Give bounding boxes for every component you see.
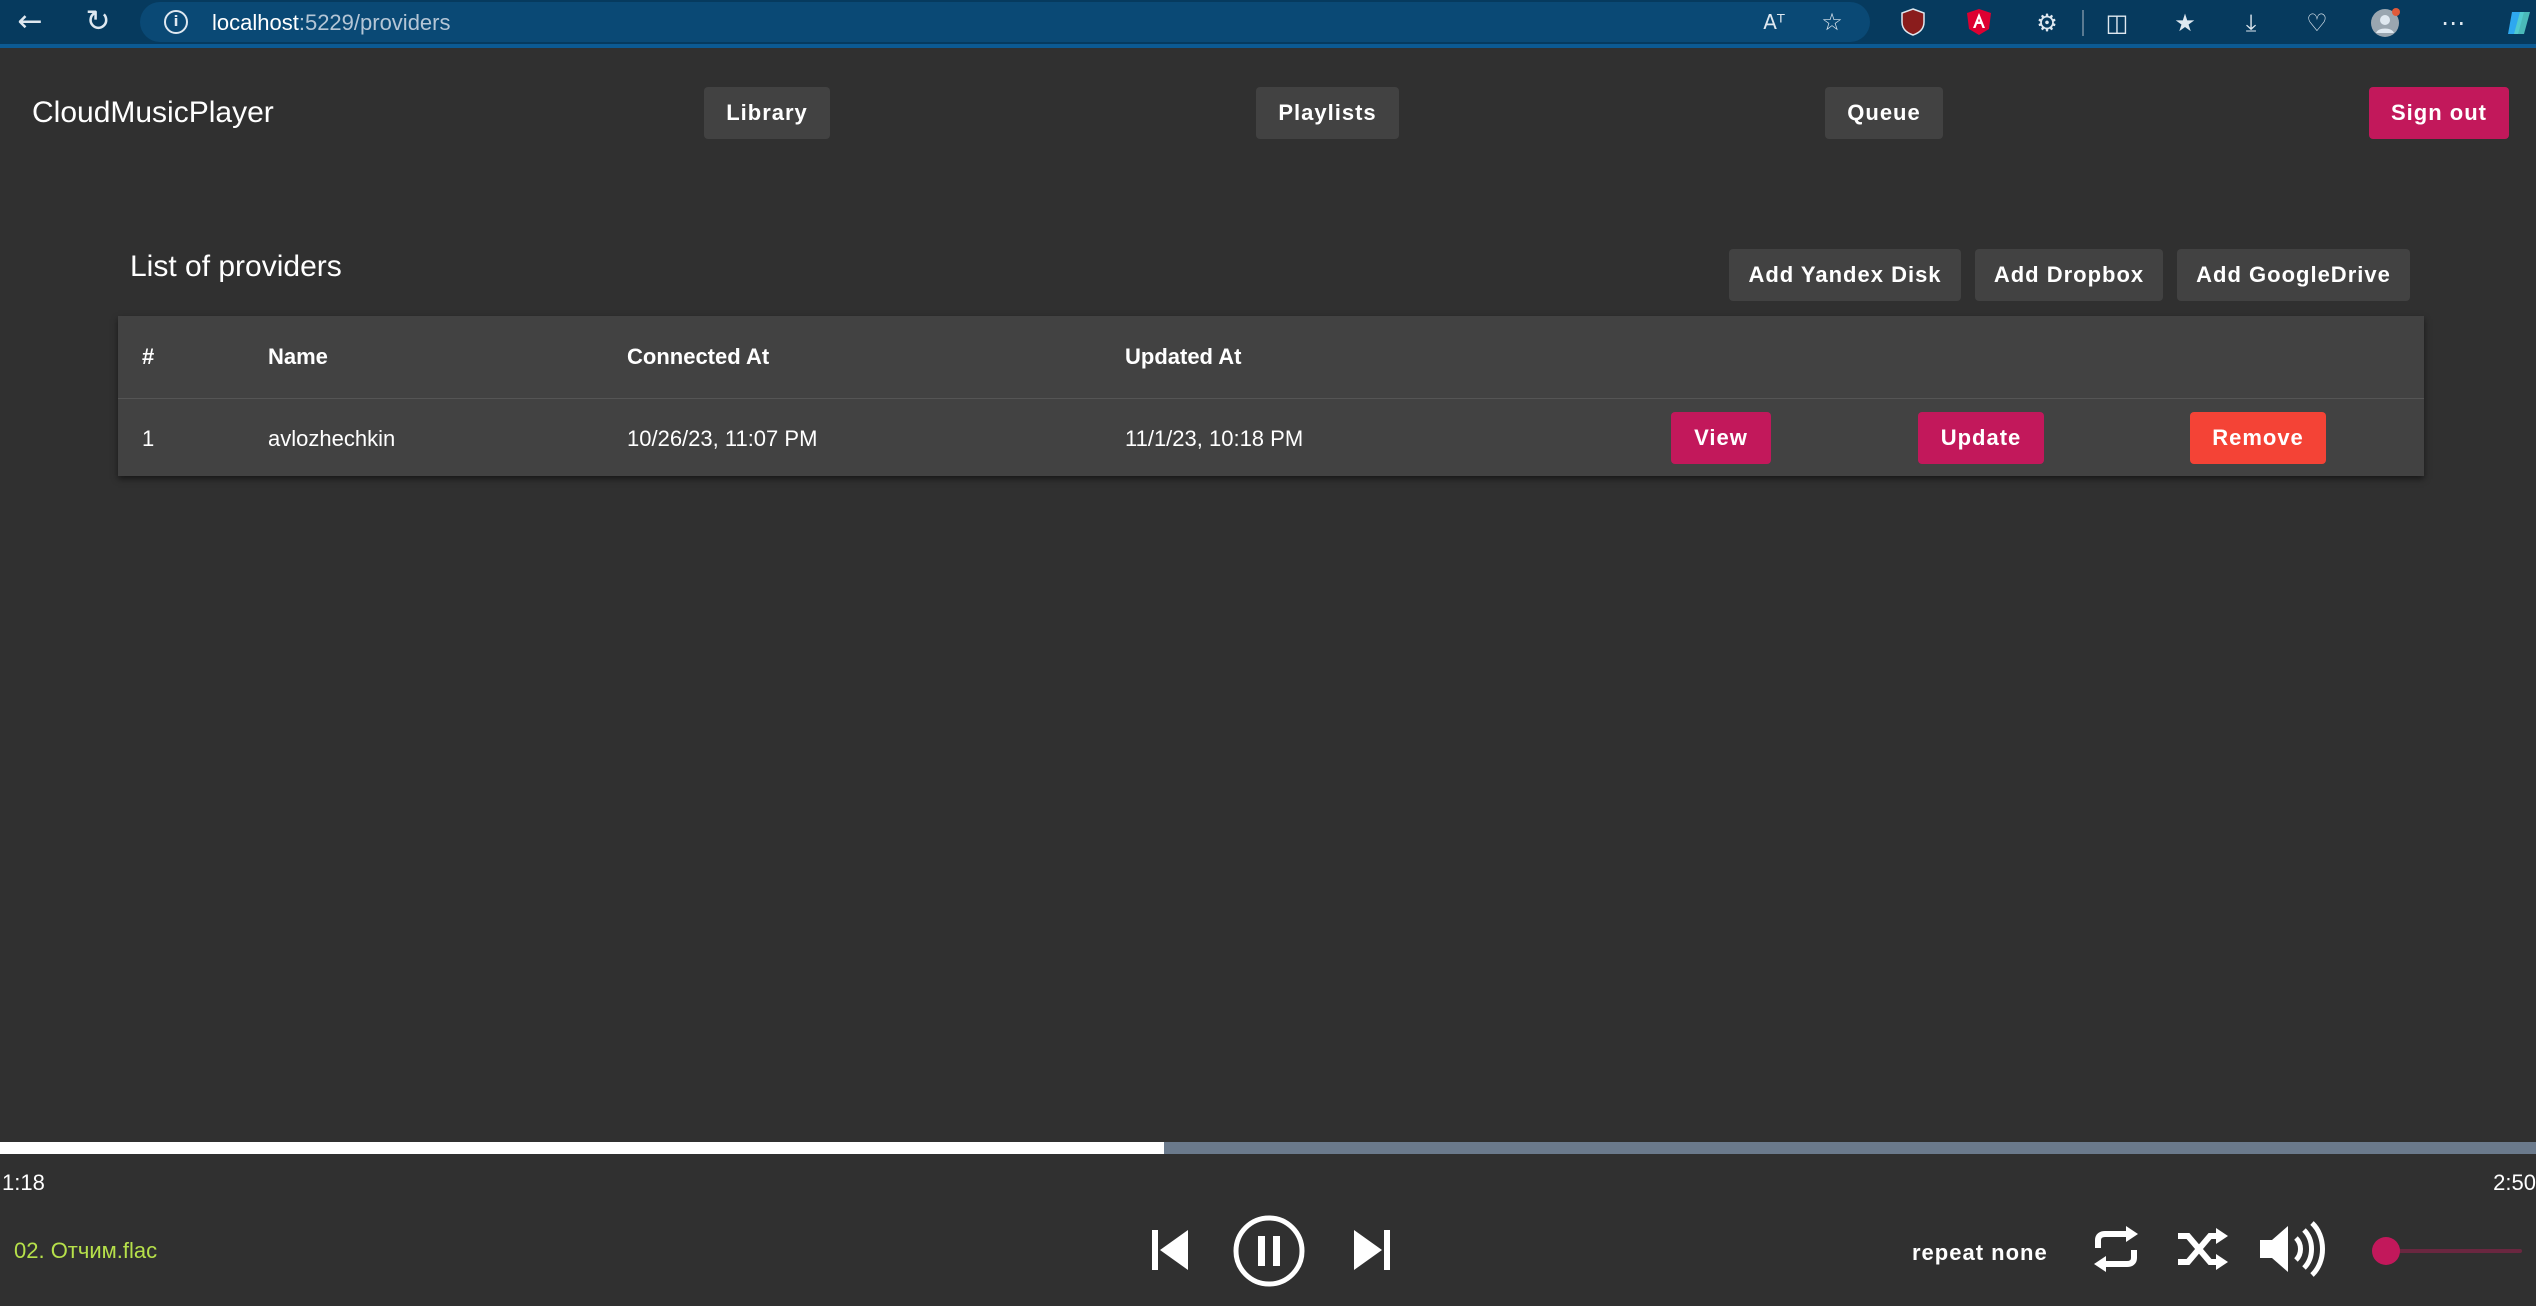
previous-track-icon[interactable] (1148, 1226, 1192, 1279)
repeat-icon[interactable] (2088, 1222, 2144, 1281)
site-info-icon[interactable]: i (164, 10, 188, 34)
repeat-mode-label: repeat none (1912, 1240, 2048, 1265)
nav-playlists-button[interactable]: Playlists (1256, 87, 1399, 139)
column-header-index: # (142, 344, 155, 369)
split-screen-icon[interactable]: ◫ (2102, 8, 2132, 38)
nav-library-button[interactable]: Library (704, 87, 830, 139)
browser-essentials-icon[interactable]: ♡ (2302, 8, 2332, 38)
url-path: :5229/providers (298, 10, 451, 35)
toolbar-separator (2082, 10, 2084, 36)
volume-slider-thumb[interactable] (2372, 1237, 2400, 1265)
refresh-icon[interactable]: ↻ (82, 6, 114, 38)
copilot-icon[interactable] (2504, 8, 2534, 38)
remove-provider-button[interactable]: Remove (2190, 412, 2326, 464)
extensions-puzzle-icon[interactable]: ⚙ (2032, 8, 2062, 38)
providers-table: # Name Connected At Updated At 1 avlozhe… (118, 316, 2424, 476)
playback-progress-fill (0, 1142, 1164, 1154)
downloads-icon[interactable]: ⤓ (2236, 8, 2266, 38)
sign-out-button[interactable]: Sign out (2369, 87, 2509, 139)
volume-icon[interactable] (2256, 1220, 2328, 1283)
back-arrow-icon[interactable]: ← (14, 6, 46, 38)
view-provider-button[interactable]: View (1671, 412, 1771, 464)
shuffle-icon[interactable] (2174, 1222, 2230, 1281)
row-updated-at: 11/1/23, 10:18 PM (1125, 426, 1304, 451)
column-header-connected-at: Connected At (627, 344, 770, 369)
add-dropbox-button[interactable]: Add Dropbox (1975, 249, 2163, 301)
nav-queue-button[interactable]: Queue (1825, 87, 1943, 139)
url-text[interactable]: localhost:5229/providers (212, 10, 451, 36)
elapsed-time: 1:18 (2, 1170, 45, 1195)
providers-title: List of providers (130, 250, 342, 283)
url-host: localhost (212, 10, 299, 35)
more-menu-icon[interactable]: ⋯ (2438, 8, 2468, 38)
update-provider-button[interactable]: Update (1918, 412, 2044, 464)
table-header-row (118, 316, 2424, 399)
row-name: avlozhechkin (268, 426, 396, 451)
add-yandex-disk-button[interactable]: Add Yandex Disk (1729, 249, 1961, 301)
current-track-name: 02. Отчим.flac (14, 1238, 158, 1263)
next-track-icon[interactable] (1350, 1226, 1394, 1279)
profile-avatar-icon[interactable] (2370, 8, 2400, 38)
address-bar[interactable]: i localhost:5229/providers Aᵀ ☆ (140, 2, 1870, 42)
favorites-icon[interactable]: ★ (2170, 8, 2200, 38)
column-header-updated-at: Updated At (1125, 344, 1242, 369)
app-brand: CloudMusicPlayer (32, 96, 274, 129)
ublock-extension-icon[interactable] (1898, 8, 1928, 38)
row-index: 1 (142, 426, 155, 451)
add-googledrive-button[interactable]: Add GoogleDrive (2177, 249, 2410, 301)
browser-toolbar: ← ↻ i localhost:5229/providers Aᵀ ☆ ⚙ ◫ … (0, 0, 2536, 48)
favorite-star-icon[interactable]: ☆ (1818, 8, 1846, 36)
total-duration: 2:50 (2493, 1170, 2536, 1195)
pause-icon[interactable] (1232, 1214, 1306, 1293)
column-header-name: Name (268, 344, 328, 369)
playback-progress-bar[interactable] (0, 1142, 2536, 1154)
angular-extension-icon[interactable] (1964, 8, 1994, 38)
read-aloud-icon[interactable]: Aᵀ (1760, 8, 1788, 36)
row-connected-at: 10/26/23, 11:07 PM (627, 426, 818, 451)
